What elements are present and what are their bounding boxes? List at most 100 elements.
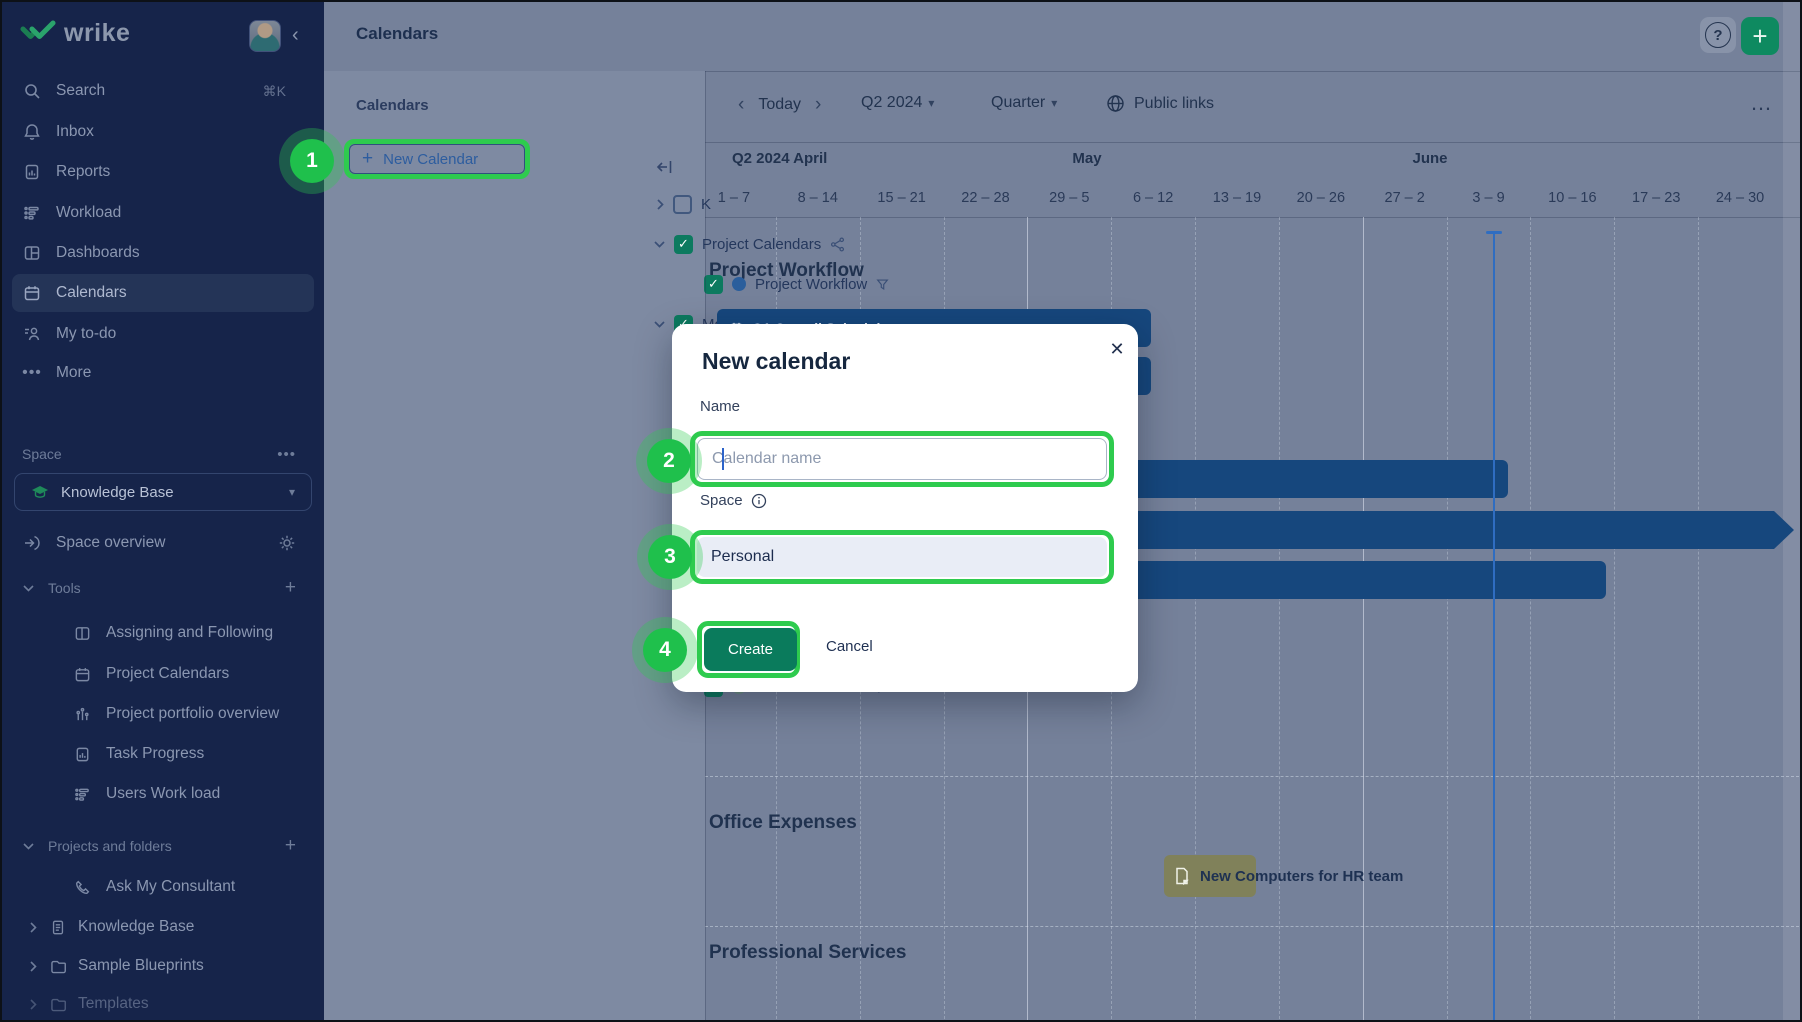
tree-row-k[interactable]: K [324,184,711,224]
space-select-highlight-ring: Personal [690,530,1114,584]
document-icon [1174,867,1190,885]
section-separator [705,926,1802,927]
today-button[interactable]: Today [758,96,801,114]
prev-period-button[interactable]: ‹ [738,94,744,116]
projects-section-header[interactable]: Projects and folders + [2,826,324,866]
space-selector[interactable]: Knowledge Base ▾ [14,473,312,511]
wrike-logo-text: wrike [64,19,130,48]
chevron-right-icon[interactable] [657,199,664,210]
public-links-button[interactable]: Public links [1106,94,1214,113]
global-add-button[interactable]: + [1741,17,1779,55]
chevron-down-icon [22,843,34,850]
chevron-right-icon [28,922,38,933]
collapse-sidebar-icon[interactable]: ‹ [292,24,299,47]
add-project-icon[interactable]: + [285,835,296,857]
step-badge-1: 1 [279,128,345,194]
chevron-down-icon [22,585,34,592]
todo-person-icon [22,325,42,343]
week-label: 24 – 30 [1698,180,1782,217]
next-period-button[interactable]: › [815,94,821,116]
chevron-down-icon: ▾ [289,485,295,499]
phone-icon [72,879,92,896]
space-section-label: Space [22,446,62,462]
checkbox-icon[interactable]: ✓ [704,275,723,294]
globe-icon [1106,94,1125,113]
checkbox-icon[interactable]: ✓ [674,235,693,254]
sidebar-item-inbox[interactable]: Inbox [2,112,324,152]
sidebar-item-reports[interactable]: Reports [2,152,324,192]
create-button-highlight-ring: Create [697,621,800,678]
new-calendar-highlight-ring: + New Calendar [344,139,530,179]
tree-row-project-calendars[interactable]: ✓ Project Calendars [324,224,845,264]
collapse-panel-icon[interactable] [656,159,673,175]
sidebar-item-project-calendars[interactable]: Project Calendars [2,654,324,694]
month-label-june: June [1412,150,1447,167]
today-line-cap [1486,231,1502,234]
document-icon [48,919,68,936]
sidebar-item-users-workload[interactable]: Users Work load [2,774,324,814]
page-title: Calendars [356,24,438,44]
add-tool-icon[interactable]: + [285,577,296,599]
timeline-scroll-strip[interactable] [1783,2,1802,1022]
date-range-dropdown[interactable]: Q2 2024▾ [861,94,934,112]
checkbox-icon[interactable] [673,195,692,214]
sidebar-item-more[interactable]: ••• More [2,353,324,393]
calendar-name-input[interactable] [697,438,1107,480]
new-calendar-button[interactable]: + New Calendar [349,144,525,174]
modal-title: New calendar [702,348,850,375]
calendar-icon [22,284,42,302]
week-label: 3 – 9 [1447,180,1531,217]
chart-icon [72,706,92,723]
sidebar-item-dashboards[interactable]: Dashboards [2,233,324,273]
report-icon [72,746,92,763]
help-button[interactable]: ? [1700,17,1736,53]
plus-icon: + [362,148,373,170]
zoom-level-dropdown[interactable]: Quarter▾ [991,94,1057,112]
panel-title: Calendars [356,97,429,114]
chevron-right-icon [28,961,38,972]
step-badge-3: 3 [637,524,703,590]
sidebar-item-knowledge-base[interactable]: Knowledge Base [2,907,324,947]
sidebar-item-sample-blueprints[interactable]: Sample Blueprints [2,946,324,986]
space-select[interactable]: Personal [697,537,1107,577]
timeline-more-button[interactable]: … [1750,90,1773,116]
tree-row-project-workflow[interactable]: ✓ Project Workflow [324,264,889,304]
gear-icon[interactable] [278,534,296,552]
sidebar-item-templates[interactable]: Templates [2,984,324,1022]
sidebar: wrike ‹ Search ⌘K Inbox Reports Workload… [2,2,324,1022]
sidebar-item-my-todo[interactable]: My to-do [2,314,324,354]
sidebar-item-space-overview[interactable]: Space overview [2,523,324,563]
tools-section-header[interactable]: Tools + [2,568,324,608]
space-more-icon[interactable]: ••• [277,446,296,463]
week-label: 27 – 2 [1363,180,1447,217]
sidebar-item-portfolio[interactable]: Project portfolio overview [2,694,324,734]
week-label: 29 – 5 [1027,180,1111,217]
search-icon [22,82,42,100]
sidebar-item-ask-consultant[interactable]: Ask My Consultant [2,867,324,907]
graduation-cap-icon [31,484,49,500]
week-label: 13 – 19 [1195,180,1279,217]
cancel-button[interactable]: Cancel [826,638,873,655]
sidebar-item-workload[interactable]: Workload [2,193,324,233]
share-icon[interactable] [830,237,845,252]
chevron-down-icon[interactable] [654,321,665,328]
create-button[interactable]: Create [704,628,797,671]
avatar[interactable] [249,20,281,52]
close-icon[interactable]: ✕ [1104,336,1130,362]
week-label: 10 – 16 [1530,180,1614,217]
calendar-color-dot [732,277,746,291]
calendar-icon [72,666,92,683]
section-separator [705,776,1802,777]
bell-icon [22,123,42,141]
gantt-section-office-expenses: Office Expenses [709,812,857,834]
step-badge-4: 4 [632,617,698,683]
chevron-down-icon[interactable] [654,241,665,248]
filter-icon[interactable] [876,278,889,291]
sidebar-item-task-progress[interactable]: Task Progress [2,734,324,774]
app-window: wrike ‹ Search ⌘K Inbox Reports Workload… [0,0,1802,1022]
task-label-new-computers[interactable]: New Computers for HR team [1200,855,1403,897]
sidebar-item-assigning[interactable]: Assigning and Following [2,613,324,653]
sidebar-item-calendars[interactable]: Calendars [2,273,324,313]
workload-icon [72,786,92,803]
sidebar-item-search[interactable]: Search ⌘K [2,71,324,111]
